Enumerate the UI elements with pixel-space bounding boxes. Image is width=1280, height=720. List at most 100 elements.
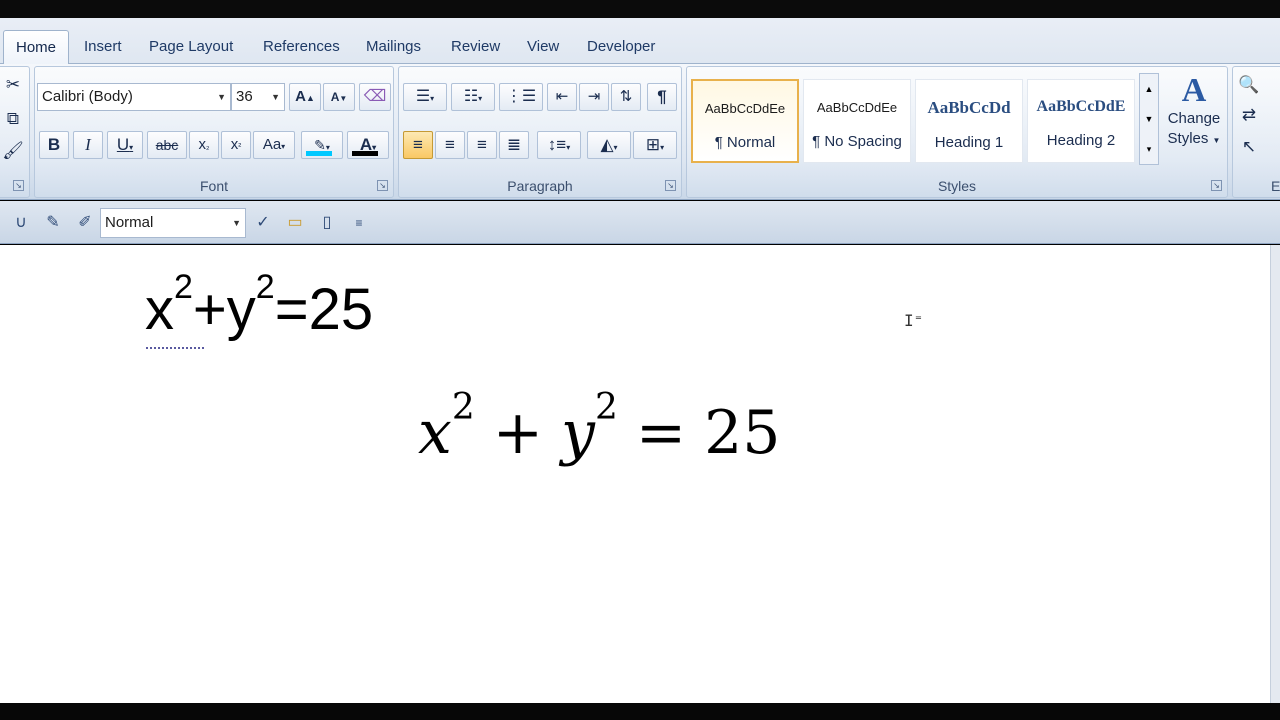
highlight-color-button[interactable]: ✎▾ — [301, 131, 343, 159]
open-folder-icon[interactable]: ▭ — [282, 210, 308, 236]
tab-page-layout[interactable]: Page Layout — [137, 30, 245, 64]
document-icon[interactable]: ▯ — [314, 210, 340, 236]
styles-launcher-icon[interactable]: ↘ — [1211, 180, 1222, 191]
eq1-exp1: 2 — [174, 268, 193, 306]
style-combo-value: Normal — [105, 214, 154, 231]
format-painter-icon[interactable]: 🖌 — [1, 137, 25, 165]
more-styles-icon[interactable]: ▾ — [1140, 134, 1158, 164]
style-combo[interactable]: Normal ▼ — [100, 208, 246, 238]
editing-group: 🔍 ⇄ ↖ Edi — [1232, 66, 1280, 198]
paragraph-launcher-icon[interactable]: ↘ — [665, 180, 676, 191]
styles-scroll: ▲ ▼ ▾ — [1139, 73, 1159, 165]
eq2-x: x — [418, 398, 452, 468]
font-size-combo[interactable]: 36 ▼ — [231, 83, 285, 111]
equation-object[interactable]: x2 + y2 = 25 — [418, 390, 780, 469]
tab-mailings[interactable]: Mailings — [354, 30, 433, 64]
clipboard-launcher-icon[interactable]: ↘ — [13, 180, 24, 191]
pen-icon[interactable]: ✎ — [40, 210, 66, 236]
font-launcher-icon[interactable]: ↘ — [377, 180, 388, 191]
clear-formatting-icon[interactable]: ⌫ — [359, 83, 391, 111]
font-color-button[interactable]: A▾ — [347, 131, 389, 159]
tab-developer[interactable]: Developer — [575, 30, 667, 64]
borders-icon[interactable]: ⊞▾ — [633, 131, 677, 159]
customize-toolbar-icon[interactable]: ≡ — [346, 210, 372, 236]
tab-insert[interactable]: Insert — [72, 30, 134, 64]
equation-text-plain[interactable]: x2+y2=25 — [145, 270, 374, 343]
increase-indent-icon[interactable]: ⇥ — [579, 83, 609, 111]
tab-view[interactable]: View — [515, 30, 571, 64]
eq2-y: y — [561, 398, 595, 468]
chevron-down-icon: ▼ — [217, 92, 226, 102]
font-color-swatch — [352, 151, 378, 156]
font-family-value: Calibri (Body) — [42, 88, 133, 105]
align-center-icon[interactable]: ≡ — [435, 131, 465, 159]
find-icon[interactable]: 🔍 — [1235, 71, 1263, 99]
style-heading-2[interactable]: AaBbCcDdE Heading 2 — [1027, 79, 1135, 163]
align-right-icon[interactable]: ≡ — [467, 131, 497, 159]
style-heading-1[interactable]: AaBbCcDd Heading 1 — [915, 79, 1023, 163]
tab-references[interactable]: References — [251, 30, 352, 64]
vertical-scrollbar[interactable] — [1270, 245, 1280, 703]
superscript-button[interactable]: x² — [221, 131, 251, 159]
style-no-spacing[interactable]: AaBbCcDdEe ¶ No Spacing — [803, 79, 911, 163]
style-brush-icon[interactable]: ✐ — [72, 210, 98, 236]
style-normal[interactable]: AaBbCcDdEe ¶ Normal — [691, 79, 799, 163]
tab-home[interactable]: Home — [3, 30, 70, 65]
shield-check-icon[interactable]: ✓ — [250, 210, 276, 236]
eq1-rest: =25 — [274, 277, 374, 342]
multilevel-list-button[interactable]: ⋮☰ — [499, 83, 543, 111]
shrink-font-button[interactable]: A▼ — [323, 83, 355, 111]
eq1-x: x — [145, 277, 174, 342]
window-top-edge — [0, 0, 1280, 18]
font-group-label: Font — [199, 178, 228, 194]
copy-icon[interactable]: ⧉ — [1, 105, 25, 133]
strikethrough-button[interactable]: abc — [147, 131, 187, 159]
magnet-icon[interactable]: ∪ — [8, 210, 34, 236]
style-name: Heading 2 — [1046, 132, 1116, 149]
align-left-icon[interactable]: ≡ — [403, 131, 433, 159]
change-styles-icon: A — [1181, 72, 1207, 109]
eq1-plus: + — [192, 277, 227, 342]
style-preview: AaBbCcDdEe — [816, 100, 898, 115]
line-spacing-icon[interactable]: ↕≡▾ — [537, 131, 581, 159]
bold-button[interactable]: B — [39, 131, 69, 159]
window-bottom-edge — [0, 703, 1280, 720]
eq2-equals: = — [635, 398, 687, 468]
font-group: Calibri (Body) ▼ 36 ▼ A▲ A▼ ⌫ B I U▾ abc… — [34, 66, 394, 198]
eq2-plus: + — [492, 398, 544, 468]
subscript-button[interactable]: x₂ — [189, 131, 219, 159]
scroll-down-icon[interactable]: ▼ — [1140, 104, 1158, 134]
replace-icon[interactable]: ⇄ — [1235, 101, 1263, 129]
italic-button[interactable]: I — [73, 131, 103, 159]
shading-icon[interactable]: ◭▾ — [587, 131, 631, 159]
style-name: ¶ No Spacing — [812, 133, 902, 150]
font-family-combo[interactable]: Calibri (Body) ▼ — [37, 83, 231, 111]
cut-icon[interactable]: ✂ — [1, 71, 25, 99]
justify-icon[interactable]: ≣ — [499, 131, 529, 159]
eq2-exp2: 2 — [594, 387, 618, 428]
style-name: Heading 1 — [934, 134, 1004, 151]
sort-icon[interactable]: ⇅ — [611, 83, 641, 111]
grow-font-button[interactable]: A▲ — [289, 83, 321, 111]
change-case-button[interactable]: Aa▾ — [253, 131, 295, 159]
change-styles-button[interactable]: A Change Styles ▼ — [1163, 73, 1225, 169]
ribbon-tab-bar: Home Insert Page Layout References Maili… — [0, 18, 1280, 65]
change-styles-label: Change — [1167, 110, 1221, 127]
show-formatting-icon[interactable]: ¶ — [647, 83, 677, 111]
underline-button[interactable]: U▾ — [107, 131, 143, 159]
tab-review[interactable]: Review — [439, 30, 512, 64]
numbering-button[interactable]: ☷▾ — [451, 83, 495, 111]
chevron-down-icon: ▼ — [271, 92, 280, 102]
decrease-indent-icon[interactable]: ⇤ — [547, 83, 577, 111]
paragraph-group: ☰▾ ☷▾ ⋮☰ ⇤ ⇥ ⇅ ¶ ≡ ≡ ≡ ≣ ↕≡▾ ◭▾ ⊞▾ Parag… — [398, 66, 682, 198]
bullets-button[interactable]: ☰▾ — [403, 83, 447, 111]
spelling-squiggle — [146, 345, 204, 349]
scroll-up-icon[interactable]: ▲ — [1140, 74, 1158, 104]
select-icon[interactable]: ↖ — [1235, 133, 1263, 161]
styles-group: AaBbCcDdEe ¶ Normal AaBbCcDdEe ¶ No Spac… — [686, 66, 1228, 198]
chevron-down-icon: ▼ — [1212, 136, 1221, 145]
i-beam-cursor-icon: I⁼ — [904, 311, 924, 330]
eq1-y: y — [226, 277, 256, 342]
style-name: ¶ Normal — [714, 134, 776, 151]
chevron-down-icon: ▼ — [232, 218, 241, 228]
